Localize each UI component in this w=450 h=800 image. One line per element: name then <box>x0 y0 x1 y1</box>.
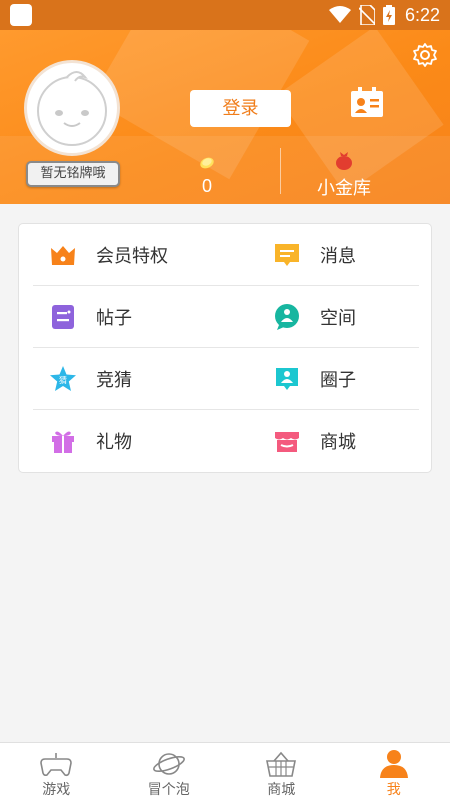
menu-item-label: 礼物 <box>96 432 132 453</box>
login-button[interactable]: 登录 <box>190 90 291 127</box>
crown-icon <box>49 241 77 269</box>
menu-item-gifts[interactable]: 礼物 <box>49 410 239 472</box>
menu-item-vip[interactable]: 会员特权 <box>49 224 239 286</box>
person-icon <box>379 750 408 778</box>
menu-item-shop[interactable]: 商城 <box>273 410 419 472</box>
coins-stat[interactable]: 0 <box>186 154 228 197</box>
id-card-icon[interactable] <box>350 86 384 118</box>
no-sim-icon <box>358 5 375 25</box>
wifi-icon <box>328 6 351 23</box>
clock: 6:22 <box>404 4 440 25</box>
menu-item-label: 消息 <box>320 246 356 267</box>
menu-item-circle[interactable]: 圈子 <box>273 348 419 410</box>
notification-icon <box>10 4 32 26</box>
vault-label: 小金库 <box>317 178 371 199</box>
nav-tab-bubble[interactable]: 冒个泡 <box>113 743 226 800</box>
menu-item-messages[interactable]: 消息 <box>273 224 419 286</box>
guess-star-icon: 猜 <box>49 365 77 393</box>
nav-label: 我 <box>386 782 401 798</box>
coin-icon <box>200 157 214 169</box>
menu-row: 会员特权 消息 <box>33 224 419 286</box>
vault-stat[interactable]: 小金库 <box>306 150 382 200</box>
nav-tab-me[interactable]: 我 <box>338 743 450 800</box>
menu-item-space[interactable]: 空间 <box>273 286 419 348</box>
nav-tab-games[interactable]: 游戏 <box>0 743 113 800</box>
battery-icon <box>382 5 395 25</box>
menu-item-label: 空间 <box>320 308 356 329</box>
status-bar: 6:22 <box>0 0 450 30</box>
money-bag-icon <box>336 152 352 170</box>
nav-tab-shop[interactable]: 商城 <box>225 743 338 800</box>
avatar[interactable] <box>24 60 120 156</box>
basket-icon <box>266 751 297 777</box>
settings-gear-icon[interactable] <box>412 42 438 68</box>
svg-text:猜: 猜 <box>59 375 67 385</box>
nav-label: 商城 <box>267 782 296 798</box>
menu-row: 猜 竞猜 圈子 <box>33 348 419 410</box>
coins-value: 0 <box>201 176 212 196</box>
planet-icon <box>152 753 185 775</box>
menu-item-label: 竞猜 <box>96 370 132 391</box>
space-icon <box>273 303 301 331</box>
feature-menu: 会员特权 消息 帖子 空间 猜 竞猜 圈子 礼物 商城 <box>18 223 432 473</box>
stats-divider <box>280 148 281 194</box>
menu-item-label: 商城 <box>320 432 356 453</box>
nameplate-badge: 暂无铭牌哦 <box>26 161 120 187</box>
menu-item-label: 会员特权 <box>96 246 168 267</box>
message-icon <box>273 241 301 269</box>
gift-icon <box>49 427 77 455</box>
menu-item-label: 帖子 <box>96 308 132 329</box>
menu-item-posts[interactable]: 帖子 <box>49 286 239 348</box>
shop-icon <box>273 427 301 455</box>
bottom-nav: 游戏 冒个泡 商城 我 <box>0 742 450 800</box>
profile-header: 暂无铭牌哦 登录 0 小金库 <box>0 30 450 204</box>
menu-item-label: 圈子 <box>320 370 356 391</box>
menu-row: 帖子 空间 <box>33 286 419 348</box>
default-baby-avatar-icon <box>37 71 107 146</box>
menu-row: 礼物 商城 <box>33 410 419 472</box>
post-icon <box>49 303 77 331</box>
menu-item-guess[interactable]: 猜 竞猜 <box>49 348 239 410</box>
nav-label: 冒个泡 <box>147 782 190 798</box>
circle-icon <box>273 365 301 393</box>
nav-label: 游戏 <box>42 782 71 798</box>
gamepad-icon <box>40 753 73 777</box>
